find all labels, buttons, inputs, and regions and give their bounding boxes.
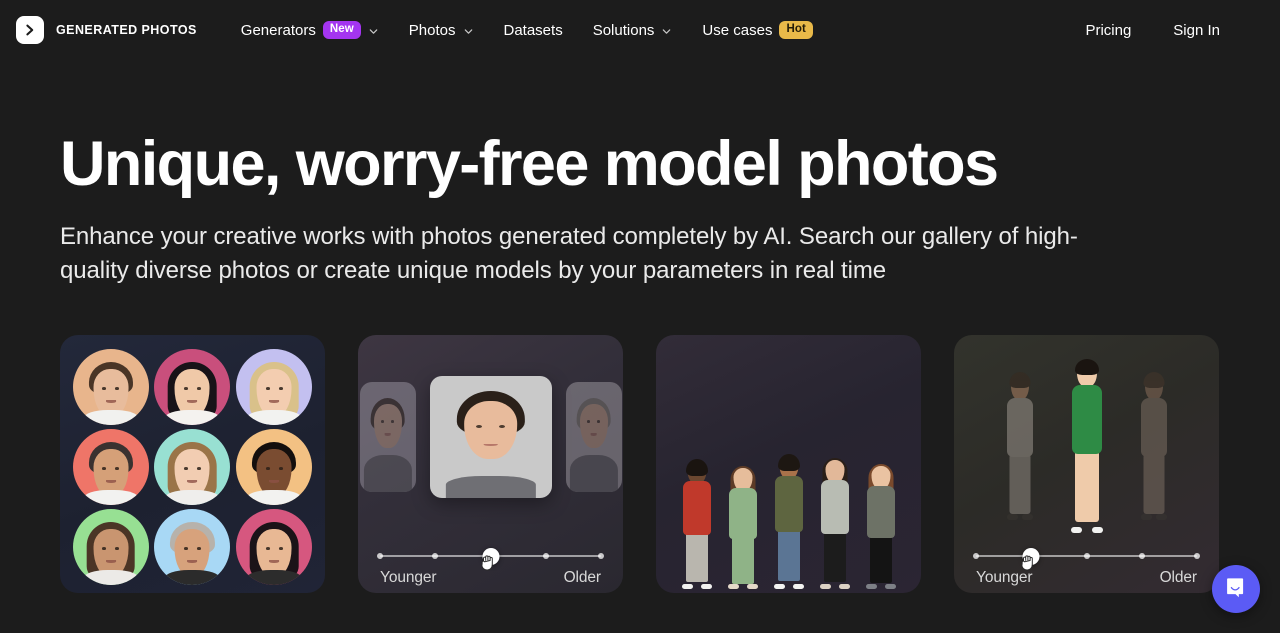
nav-item-pricing[interactable]: Pricing [1085,23,1131,38]
body-figure-left[interactable] [999,372,1041,521]
face-age-carousel [358,376,623,499]
page-title: Unique, worry-free model photos [60,129,999,199]
age-face-card[interactable]: Younger Older [358,335,623,594]
chevron-down-icon [368,26,379,37]
avatar [236,349,313,426]
avatar [72,349,149,426]
avatar [154,429,231,506]
hero-subtitle: Enhance your creative works with photos … [60,223,1078,285]
avatar-grid-card[interactable] [60,335,325,594]
nav-item-datasets[interactable]: Datasets [504,23,563,38]
size-slider-track[interactable] [973,546,1200,571]
age-slider[interactable]: Younger Older [377,546,604,593]
chevron-down-icon [463,26,474,37]
slider-handle[interactable] [480,547,499,571]
avatar [236,509,313,586]
body-figure-center [1063,359,1111,534]
slider-min-label: Younger [976,569,1033,587]
hero-section: Unique, worry-free model photos Enhance … [0,60,1280,288]
avatar-grid [60,335,325,593]
nav-label: Photos [408,21,456,39]
standing-figure [767,453,811,590]
feature-card-row: Younger Older Younger Older [0,335,1280,594]
nav-label: Solutions [592,21,655,39]
avatar [154,349,231,426]
nav-label: Pricing [1085,21,1132,39]
nav-label: Datasets [503,21,563,39]
face-thumbnail-center [429,376,552,499]
slider-handle[interactable] [1021,547,1040,571]
brand-name: GENERATED PHOTOS [56,23,197,37]
secondary-nav: Pricing Sign In [1085,23,1260,38]
nav-label: Sign In [1173,21,1220,39]
navbar: GENERATED PHOTOS Generators New Photos D… [0,0,1280,60]
slider-tick[interactable] [432,553,439,560]
avatar [154,509,231,586]
slider-min-label: Younger [380,569,437,587]
nav-item-photos[interactable]: Photos [409,23,474,38]
standing-figure [675,459,719,590]
avatar [72,429,149,506]
badge-new: New [322,20,361,40]
slider-max-label: Older [563,569,602,587]
brand-logo[interactable]: GENERATED PHOTOS [16,16,197,44]
standing-figure [721,466,765,590]
slider-tick[interactable] [1138,553,1145,560]
sign-in-link[interactable]: Sign In [1173,23,1220,38]
primary-nav: Generators New Photos Datasets Solutions [240,20,813,40]
age-body-card[interactable]: Younger Older [954,335,1219,594]
group-figures-card[interactable] [656,335,921,594]
chevron-right-logo-icon [16,16,44,44]
slider-tick[interactable] [377,553,383,560]
face-thumbnail-right[interactable] [565,382,622,493]
avatar [72,509,149,586]
standing-figure [859,463,903,590]
slider-tick[interactable] [1194,553,1200,560]
slider-tick[interactable] [598,553,604,560]
nav-item-solutions[interactable]: Solutions [593,23,673,38]
badge-hot: Hot [779,20,813,40]
size-slider[interactable]: Younger Older [973,546,1200,593]
chat-bubble-smile-icon [1224,575,1248,604]
standing-figure [813,457,857,590]
nav-label: Use cases [702,21,773,39]
nav-item-use-cases[interactable]: Use cases Hot [702,20,813,40]
slider-tick[interactable] [973,553,979,560]
slider-tick[interactable] [1083,553,1090,560]
figure-group [656,335,921,593]
slider-max-label: Older [1159,569,1198,587]
slider-tick[interactable] [542,553,549,560]
size-slider-labels: Younger Older [976,569,1197,593]
avatar [236,429,313,506]
age-slider-labels: Younger Older [380,569,601,593]
nav-item-generators[interactable]: Generators New [240,20,379,40]
body-figure-right[interactable] [1133,372,1175,521]
nav-label: Generators [240,21,316,39]
face-thumbnail-left[interactable] [359,382,416,493]
chevron-down-icon [661,26,672,37]
age-slider-track[interactable] [377,546,604,571]
intercom-launcher[interactable] [1212,565,1260,613]
